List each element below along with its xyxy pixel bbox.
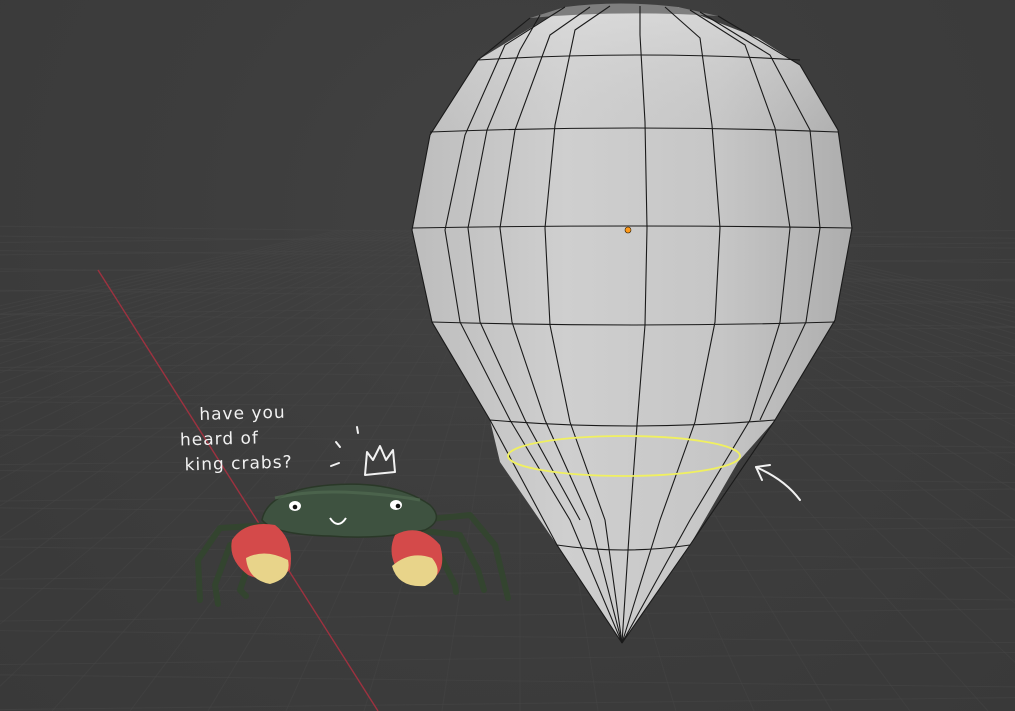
crab-model[interactable] — [195, 483, 511, 607]
mesh-object[interactable] — [411, 3, 853, 644]
origin-dot — [624, 226, 632, 234]
3d-viewport[interactable]: have you heard of king crabs? — [0, 0, 1015, 711]
crab-claw-right — [391, 530, 443, 587]
annotation-line-3: king crabs? — [184, 452, 293, 476]
annotation-text: have you heard of king crabs? — [179, 401, 293, 479]
curved-arrow-icon — [755, 464, 801, 501]
annotation-line-1: have you — [199, 402, 286, 425]
annotation-line-2: heard of — [179, 428, 260, 451]
crab-claw-left — [231, 524, 291, 584]
crown-doodle-icon — [330, 426, 396, 476]
